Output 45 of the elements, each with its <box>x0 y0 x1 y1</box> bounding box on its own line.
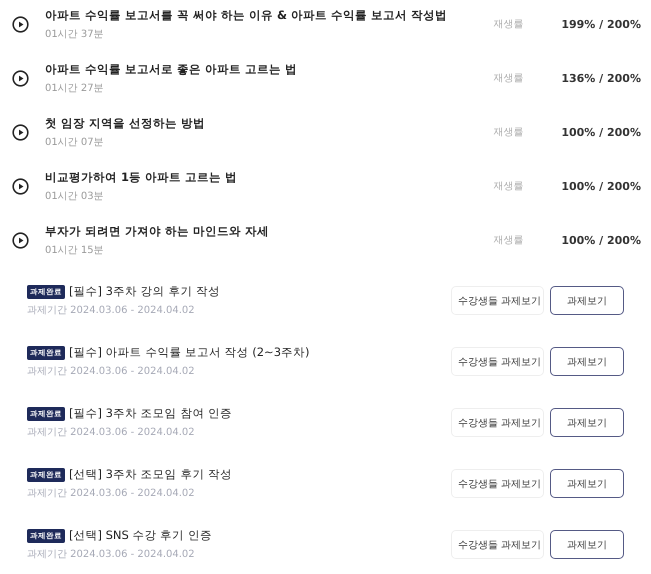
play-icon[interactable] <box>12 16 29 32</box>
assignment-period: 과제기간 2024.03.06 - 2024.04.02 <box>27 365 196 378</box>
lecture-title[interactable]: 아파트 수익률 보고서로 좋은 아파트 고르는 법 <box>45 62 494 76</box>
lecture-title[interactable]: 아파트 수익률 보고서를 꼭 써야 하는 이유 & 아파트 수익률 보고서 작성법 <box>45 8 494 22</box>
lecture-duration: 01시간 07분 <box>45 136 105 148</box>
play-rate-value: 100% / 200% <box>561 234 641 246</box>
play-rate-label: 재생률 <box>493 126 524 139</box>
assignment-title: [선택] SNS 수강 후기 인증 <box>69 528 212 543</box>
assignment-period: 과제기간 2024.03.06 - 2024.04.02 <box>27 487 196 500</box>
peer-assignments-button[interactable]: 수강생들 과제보기 <box>451 469 544 498</box>
peer-assignments-button[interactable]: 수강생들 과제보기 <box>451 286 544 315</box>
lecture-title[interactable]: 부자가 되려면 가져야 하는 마인드와 자세 <box>45 224 494 238</box>
lecture-duration: 01시간 27분 <box>45 82 105 94</box>
view-assignment-button[interactable]: 과제보기 <box>550 408 624 437</box>
play-rate-label: 재생률 <box>493 234 524 247</box>
assignment-title: [필수] 3주차 조모임 참여 인증 <box>69 406 232 421</box>
view-assignment-button[interactable]: 과제보기 <box>550 347 624 376</box>
assignment-title: [선택] 3주차 조모임 후기 작성 <box>69 467 232 482</box>
play-icon[interactable] <box>12 178 29 194</box>
play-rate-label: 재생률 <box>493 72 524 85</box>
assignment-period: 과제기간 2024.03.06 - 2024.04.02 <box>27 426 196 439</box>
play-rate-label: 재생률 <box>493 180 524 193</box>
assignment-period: 과제기간 2024.03.06 - 2024.04.02 <box>27 548 196 561</box>
view-assignment-button[interactable]: 과제보기 <box>550 286 624 315</box>
lecture-duration: 01시간 03분 <box>45 190 105 202</box>
peer-assignments-button[interactable]: 수강생들 과제보기 <box>451 347 544 376</box>
assignment-period: 과제기간 2024.03.06 - 2024.04.02 <box>27 304 196 317</box>
play-rate-value: 100% / 200% <box>561 126 641 138</box>
play-icon[interactable] <box>12 124 29 140</box>
view-assignment-button[interactable]: 과제보기 <box>550 469 624 498</box>
play-rate-value: 100% / 200% <box>561 180 641 192</box>
play-icon[interactable] <box>12 232 29 248</box>
lecture-duration: 01시간 37분 <box>45 28 105 40</box>
lecture-duration: 01시간 15분 <box>45 244 105 256</box>
play-rate-value: 199% / 200% <box>561 18 641 30</box>
peer-assignments-button[interactable]: 수강생들 과제보기 <box>451 408 544 437</box>
lecture-title[interactable]: 첫 임장 지역을 선정하는 방법 <box>45 116 494 130</box>
play-rate-value: 136% / 200% <box>561 72 641 84</box>
play-rate-label: 재생률 <box>493 18 524 31</box>
assignment-title: [필수] 아파트 수익률 보고서 작성 (2~3주차) <box>69 345 310 360</box>
view-assignment-button[interactable]: 과제보기 <box>550 530 624 559</box>
peer-assignments-button[interactable]: 수강생들 과제보기 <box>451 530 544 559</box>
play-icon[interactable] <box>12 70 29 86</box>
lecture-title[interactable]: 비교평가하여 1등 아파트 고르는 법 <box>45 170 494 184</box>
assignment-title: [필수] 3주차 강의 후기 작성 <box>69 284 220 299</box>
